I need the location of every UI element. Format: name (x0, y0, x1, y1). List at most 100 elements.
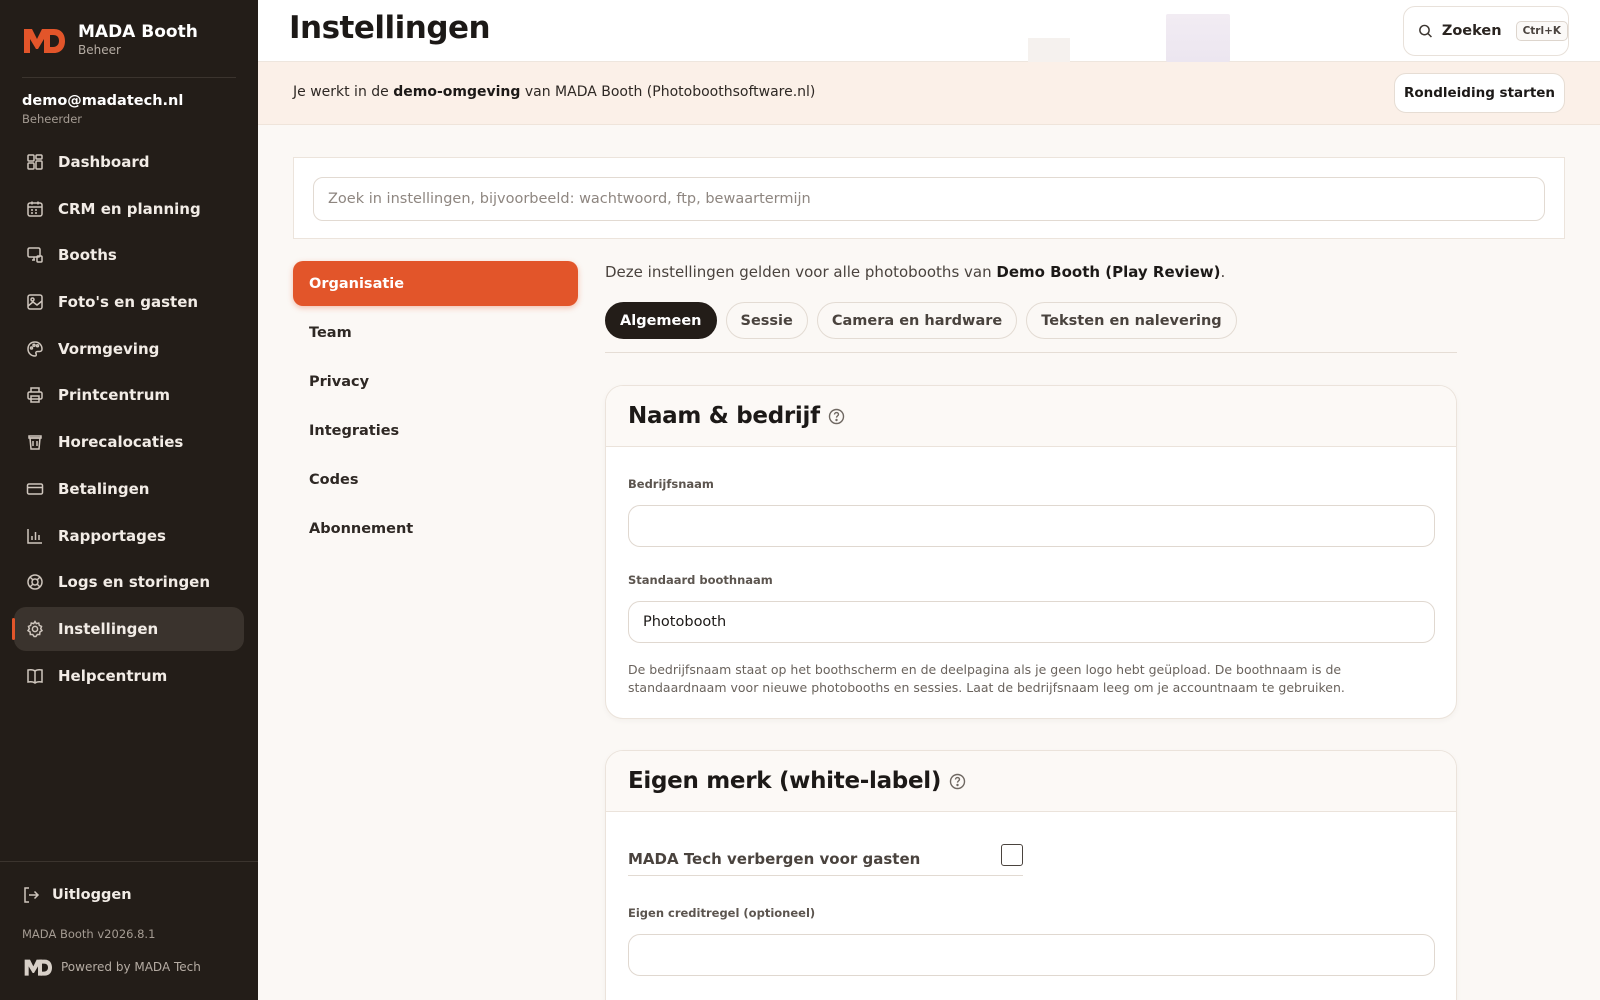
header-decoration (1028, 38, 1070, 62)
sidebar-item-label: Horecalocaties (58, 433, 184, 452)
user-email: demo@madatech.nl (22, 93, 184, 109)
brand[interactable]: MADA Booth Beheer (22, 22, 198, 58)
card-title: Eigen merk (white-label) (628, 768, 942, 794)
hide-mada-row: MADA Tech verbergen voor gasten (628, 842, 1023, 876)
section-integraties[interactable]: Integraties (293, 408, 578, 453)
name-help-text: De bedrijfsnaam staat op het boothscherm… (628, 662, 1345, 695)
cup-icon (26, 433, 44, 451)
sidebar-item-payments[interactable]: Betalingen (14, 467, 244, 511)
keyboard-shortcut-badge: Ctrl+K (1515, 21, 1568, 41)
section-privacy[interactable]: Privacy (293, 359, 578, 404)
sidebar-item-label: Helpcentrum (58, 666, 168, 685)
card-name-company: Naam & bedrijf Bedrijfsnaam Standaard bo… (605, 385, 1457, 719)
hide-mada-checkbox[interactable] (1001, 843, 1023, 866)
gear-icon (26, 619, 44, 638)
printer-icon (26, 386, 44, 404)
brand-name: MADA Booth (78, 22, 198, 42)
tab-camera-hardware[interactable]: Camera en hardware (816, 302, 1018, 339)
booth-name-label: Standaard boothnaam (628, 573, 773, 587)
booth-monitor-icon (26, 246, 44, 264)
top-header: Instellingen Zoeken Ctrl+K (258, 0, 1600, 62)
brand-subtitle: Beheer (78, 43, 121, 57)
sidebar-item-settings[interactable]: Instellingen (12, 606, 244, 651)
sidebar-footer-divider (0, 861, 258, 862)
settings-tabs: Algemeen Sessie Camera en hardware Tekst… (605, 302, 1246, 339)
sidebar-item-crm[interactable]: CRM en planning (14, 187, 244, 231)
settings-search-panel (293, 157, 1565, 239)
global-search-button[interactable]: Zoeken Ctrl+K (1403, 6, 1569, 56)
sidebar-item-reports[interactable]: Rapportages (14, 514, 244, 558)
demo-banner-text: Je werkt in de demo-omgeving van MADA Bo… (293, 84, 815, 100)
sidebar-item-label: Vormgeving (58, 339, 160, 358)
logout-icon (22, 886, 40, 904)
section-organisatie[interactable]: Organisatie (293, 261, 578, 306)
banner-emphasis: demo-omgeving (393, 84, 521, 100)
app-version: MADA Booth v2026.8.1 (22, 927, 156, 941)
card-header: Naam & bedrijf (606, 386, 1456, 447)
palette-icon (26, 340, 44, 358)
credit-line-input[interactable] (628, 934, 1435, 976)
sidebar-item-print[interactable]: Printcentrum (14, 373, 244, 417)
sidebar-item-label: Foto's en gasten (58, 293, 199, 312)
sidebar-item-label: Betalingen (58, 479, 150, 498)
banner-prefix: Je werkt in de (293, 84, 394, 100)
sidebar-item-logs[interactable]: Logs en storingen (14, 560, 244, 604)
settings-scope-text: Deze instellingen gelden voor alle photo… (605, 263, 1225, 281)
logout-button[interactable]: Uitloggen (22, 886, 132, 904)
sidebar-item-help[interactable]: Helpcentrum (14, 654, 244, 698)
sidebar-item-label: Printcentrum (58, 386, 171, 405)
sidebar-item-label: Logs en storingen (58, 573, 211, 592)
settings-search-input[interactable] (313, 177, 1545, 221)
mada-logo-icon (24, 29, 65, 53)
sidebar-item-photos[interactable]: Foto's en gasten (14, 280, 244, 324)
card-title: Naam & bedrijf (628, 403, 820, 429)
scope-prefix: Deze instellingen gelden voor alle photo… (605, 263, 997, 281)
sidebar-item-label: CRM en planning (58, 199, 201, 218)
banner-suffix: van MADA Booth (Photoboothsoftware.nl) (520, 84, 816, 100)
sidebar-item-label: Dashboard (58, 153, 150, 171)
sidebar-item-design[interactable]: Vormgeving (14, 327, 244, 371)
scope-account: Demo Booth (Play Review) (996, 263, 1221, 281)
calendar-icon (26, 200, 44, 218)
tabs-divider (605, 352, 1457, 353)
header-decoration (1166, 14, 1230, 62)
card-white-label: Eigen merk (white-label) MADA Tech verbe… (605, 750, 1457, 1000)
sidebar-divider (22, 77, 236, 78)
sidebar-item-label: Instellingen (58, 619, 159, 638)
global-search-label: Zoeken (1441, 23, 1502, 39)
mada-tech-logo-icon (24, 959, 52, 976)
lifebuoy-icon (26, 573, 44, 591)
section-codes[interactable]: Codes (293, 457, 578, 502)
sidebar-item-dashboard[interactable]: Dashboard (14, 140, 244, 184)
credit-card-icon (26, 480, 44, 498)
help-circle-icon[interactable] (828, 408, 845, 425)
sidebar-item-booths[interactable]: Booths (14, 233, 244, 277)
tab-algemeen[interactable]: Algemeen (605, 302, 717, 339)
user-info: demo@madatech.nl Beheerder (22, 91, 183, 127)
booth-name-input[interactable] (628, 601, 1435, 643)
demo-banner: Je werkt in de demo-omgeving van MADA Bo… (258, 62, 1600, 125)
settings-section-nav: Organisatie Team Privacy Integraties Cod… (293, 261, 578, 555)
page-title: Instellingen (289, 10, 491, 46)
company-name-label: Bedrijfsnaam (628, 477, 714, 491)
card-header: Eigen merk (white-label) (606, 751, 1456, 812)
dashboard-grid-icon (26, 153, 44, 171)
search-icon (1419, 24, 1432, 38)
scope-suffix: . (1220, 263, 1226, 281)
section-abonnement[interactable]: Abonnement (293, 506, 578, 551)
logout-label: Uitloggen (52, 887, 132, 903)
company-name-input[interactable] (628, 505, 1435, 547)
sidebar-item-venues[interactable]: Horecalocaties (14, 420, 244, 464)
image-icon (26, 293, 44, 311)
sidebar-item-label: Booths (58, 246, 117, 265)
section-team[interactable]: Team (293, 310, 578, 355)
tab-sessie[interactable]: Sessie (725, 302, 808, 339)
help-circle-icon[interactable] (949, 773, 966, 790)
tab-teksten-nalevering[interactable]: Teksten en nalevering (1026, 302, 1237, 339)
sidebar-item-label: Rapportages (58, 526, 166, 545)
sidebar-nav: Dashboard CRM en planning Booths Foto's … (12, 140, 244, 700)
start-tour-button[interactable]: Rondleiding starten (1394, 73, 1565, 113)
bar-chart-icon (26, 527, 44, 545)
sidebar: MADA Booth Beheer demo@madatech.nl Behee… (0, 0, 258, 1000)
user-role: Beheerder (22, 112, 83, 126)
